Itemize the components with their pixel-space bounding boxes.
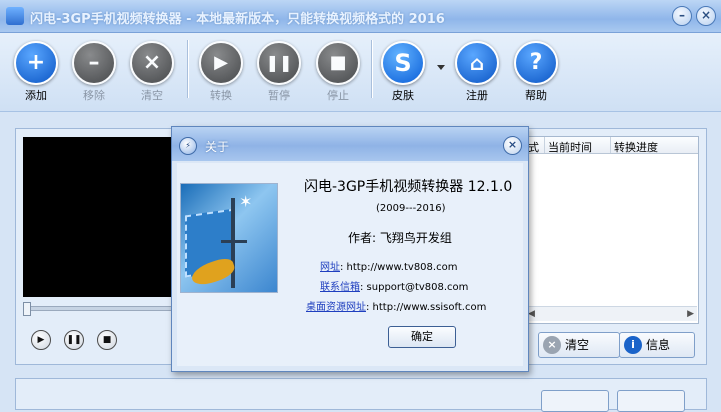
remove-button[interactable]: – 移除: [69, 41, 119, 103]
info-button[interactable]: i 信息: [619, 332, 695, 358]
minimize-button[interactable]: –: [672, 6, 692, 26]
play-icon: ▶: [214, 52, 228, 73]
stop-label: 停止: [327, 89, 349, 102]
clear-button[interactable]: × 清空: [127, 41, 177, 103]
clear-icon: ×: [543, 336, 561, 354]
seek-thumb[interactable]: [23, 302, 31, 316]
ok-button[interactable]: 确定: [388, 326, 456, 348]
list-clear-label: 清空: [565, 338, 590, 352]
desktop-line: 桌面资源网址: http://www.ssisoft.com: [306, 298, 486, 313]
dialog-title: 关于: [205, 140, 230, 154]
pause-label: 暂停: [268, 89, 290, 102]
dialog-close-button[interactable]: ×: [503, 136, 522, 155]
dialog-title-bar: ⚡ 关于 ×: [172, 127, 528, 161]
clear-icon: ×: [142, 50, 162, 75]
col-current-time[interactable]: 当前时间: [548, 139, 592, 155]
desktop-label[interactable]: 桌面资源网址: [306, 302, 366, 313]
file-list[interactable]: 式 当前时间 转换进度: [525, 136, 699, 324]
dialog-app-icon: ⚡: [179, 137, 197, 155]
copyright-years: (2009---2016): [376, 203, 446, 214]
convert-button[interactable]: ▶ 转换: [196, 41, 246, 103]
close-button[interactable]: ×: [696, 6, 716, 26]
product-logo: ✶: [180, 183, 278, 293]
help-button[interactable]: ? 帮助: [511, 41, 561, 103]
preview-stop-button[interactable]: ■: [97, 330, 117, 350]
add-icon: +: [26, 50, 46, 75]
toolbar-divider: [187, 40, 189, 98]
help-label: 帮助: [525, 89, 547, 102]
email-address[interactable]: : support@tv808.com: [360, 282, 468, 293]
bottom-button-2[interactable]: [617, 390, 685, 412]
remove-label: 移除: [83, 89, 105, 102]
info-label: 信息: [646, 338, 671, 352]
preview-pause-button[interactable]: ❚❚: [64, 330, 84, 350]
email-label[interactable]: 联系信箱: [320, 282, 360, 293]
title-bar: 闪电-3GP手机视频转换器 - 本地最新版本，只能转换视频格式的 2016 – …: [0, 0, 721, 33]
register-label: 注册: [466, 89, 488, 102]
app-icon: [6, 7, 24, 25]
email-line: 联系信箱: support@tv808.com: [320, 278, 468, 293]
desktop-url[interactable]: : http://www.ssisoft.com: [366, 302, 486, 313]
stop-icon: ■: [329, 52, 347, 73]
skin-dropdown-caret-icon[interactable]: [437, 65, 445, 70]
stop-icon: ■: [102, 335, 112, 345]
stop-button[interactable]: ■ 停止: [313, 41, 363, 103]
skin-button[interactable]: S 皮肤: [378, 41, 428, 103]
skin-label: 皮肤: [392, 89, 414, 102]
play-icon: ▶: [37, 335, 45, 345]
video-preview: [23, 137, 178, 297]
preview-play-button[interactable]: ▶: [31, 330, 51, 350]
bottom-button-1[interactable]: [541, 390, 609, 412]
scroll-left-icon[interactable]: ◀: [528, 309, 535, 319]
product-name: 闪电-3GP手机视频转换器 12.1.0: [304, 179, 513, 195]
info-icon: i: [624, 336, 642, 354]
register-button[interactable]: ⌂ 注册: [452, 41, 502, 103]
convert-label: 转换: [210, 89, 232, 102]
remove-icon: –: [88, 50, 100, 75]
pause-button[interactable]: ❚❚ 暂停: [254, 41, 304, 103]
website-url[interactable]: : http://www.tv808.com: [340, 262, 457, 273]
pause-icon: ❚❚: [66, 335, 82, 345]
window-title: 闪电-3GP手机视频转换器 - 本地最新版本，只能转换视频格式的 2016: [30, 12, 445, 27]
clear-label: 清空: [141, 89, 163, 102]
skin-icon: S: [394, 49, 412, 77]
website-line: 网址: http://www.tv808.com: [320, 258, 457, 273]
website-label[interactable]: 网址: [320, 262, 340, 273]
scroll-right-icon[interactable]: ▶: [687, 309, 694, 319]
list-header: 式 当前时间 转换进度: [526, 137, 698, 154]
home-icon: ⌂: [469, 51, 485, 75]
toolbar-divider: [371, 40, 373, 98]
list-clear-button[interactable]: × 清空: [538, 332, 620, 358]
author: 作者: 飞翔鸟开发组: [348, 231, 452, 245]
col-format[interactable]: 式: [528, 139, 539, 155]
toolbar: + 添加 – 移除 × 清空 ▶ 转换 ❚❚ 暂停 ■ 停止 S 皮肤 ⌂ 注册…: [0, 33, 721, 112]
seek-bar[interactable]: [23, 306, 180, 311]
pause-icon: ❚❚: [265, 53, 293, 72]
add-label: 添加: [25, 89, 47, 102]
col-progress[interactable]: 转换进度: [614, 139, 658, 155]
help-icon: ?: [529, 50, 543, 75]
add-button[interactable]: + 添加: [11, 41, 61, 103]
list-horizontal-scrollbar[interactable]: ◀ ▶: [525, 306, 697, 321]
